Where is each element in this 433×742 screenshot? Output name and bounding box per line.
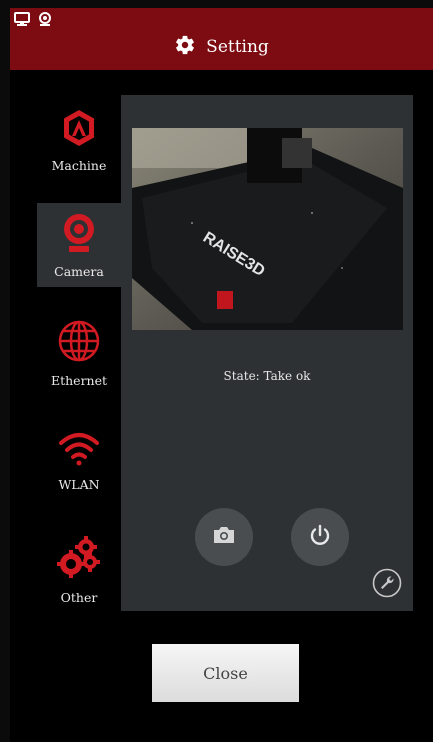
power-icon <box>308 523 332 551</box>
sidebar-item-label: Ethernet <box>50 372 108 388</box>
webcam-icon <box>38 12 52 27</box>
title-group: Setting <box>10 34 433 60</box>
gears-icon <box>56 534 102 584</box>
webcam-icon <box>59 212 99 258</box>
camera-icon <box>211 524 237 550</box>
camera-panel: RAISE3D State: Take ok <box>121 95 413 611</box>
sidebar-item-other[interactable]: Other <box>37 527 121 611</box>
sidebar-item-camera[interactable]: Camera <box>37 203 121 287</box>
monitor-icon <box>14 12 30 27</box>
close-button[interactable]: Close <box>152 644 299 702</box>
header-bar: Setting <box>10 8 433 70</box>
sidebar-item-label: Machine <box>51 157 107 173</box>
wifi-icon <box>57 431 101 471</box>
sidebar-item-label: WLAN <box>58 476 100 492</box>
gear-icon <box>174 34 196 60</box>
app-window: Setting Machine Camera Ethernet WLAN Oth… <box>10 8 433 742</box>
page-title: Setting <box>206 37 269 57</box>
sidebar-item-label: Other <box>60 589 98 605</box>
wrench-icon <box>372 568 402 602</box>
globe-icon <box>57 319 101 367</box>
camera-power-button[interactable] <box>291 508 349 566</box>
sidebar-item-label: Camera <box>54 263 104 279</box>
sidebar-item-machine[interactable]: Machine <box>37 98 121 182</box>
take-photo-button[interactable] <box>195 508 253 566</box>
sidebar-item-wlan[interactable]: WLAN <box>37 419 121 503</box>
status-icons <box>14 12 52 27</box>
camera-preview: RAISE3D <box>132 128 403 330</box>
camera-settings-button[interactable] <box>372 568 402 598</box>
sidebar-item-ethernet[interactable]: Ethernet <box>37 311 121 395</box>
camera-state-text: State: Take ok <box>223 369 311 383</box>
raise3d-logo-icon <box>59 108 99 152</box>
